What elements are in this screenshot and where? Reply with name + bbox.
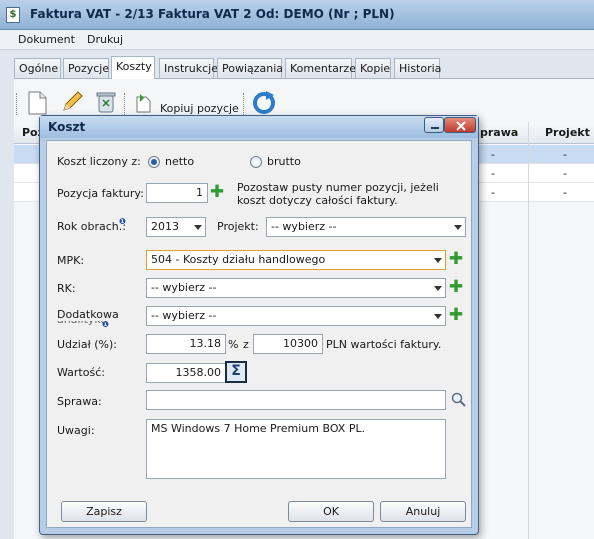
menu-drukuj[interactable]: Drukuj [87, 33, 123, 46]
chevron-down-icon [434, 314, 442, 319]
grid-column-divider [528, 122, 529, 539]
cell-sprawa: - [491, 148, 495, 161]
case-label: Sprawa: [57, 395, 102, 408]
cell-projekt: - [563, 186, 567, 199]
new-document-icon[interactable] [26, 90, 48, 116]
ok-button[interactable]: OK [288, 501, 374, 522]
tab-kopie[interactable]: Kopie [355, 58, 391, 78]
tab-historia[interactable]: Historia [394, 58, 441, 78]
amount-label: Wartość: [57, 366, 105, 379]
of-label: z [243, 338, 249, 351]
tab-pozycje[interactable]: Pozycje [63, 58, 109, 78]
rk-select[interactable]: -- wybierz -- [146, 278, 446, 298]
year-value: 2013 [151, 220, 179, 233]
position-add-button[interactable]: ✚ [209, 184, 225, 202]
rk-add-button[interactable]: ✚ [448, 279, 464, 297]
project-label: Projekt: [217, 220, 259, 233]
total-suffix: PLN wartości faktury. [326, 338, 442, 351]
amount-field[interactable]: 1358.00 [146, 363, 226, 383]
plus-icon: ✚ [448, 277, 464, 297]
extra-value: -- wybierz -- [151, 309, 217, 322]
case-field[interactable] [146, 390, 446, 410]
dialog-titlebar: Koszt [40, 116, 478, 138]
extra-label-wrap: Dodatkowa [57, 308, 137, 322]
main-titlebar: $ Faktura VAT - 2/13 Faktura VAT 2 Od: D… [0, 0, 594, 30]
minimize-icon [431, 127, 439, 129]
cost-dialog: Koszt Koszt liczony z: netto brutto Pozy… [39, 115, 479, 535]
cost-basis-label: Koszt liczony z: [57, 155, 141, 168]
magnifier-icon[interactable] [451, 391, 467, 409]
cell-sprawa: - [491, 167, 495, 180]
copy-icon[interactable] [134, 92, 154, 114]
position-hint: Pozostaw pusty numer pozycji, jeżeli kos… [237, 181, 439, 207]
tab-ogolne[interactable]: Ogólne [14, 58, 61, 78]
toolbar-grip [16, 93, 18, 115]
mpk-add-button[interactable]: ✚ [448, 251, 464, 269]
plus-icon: ✚ [448, 249, 464, 269]
total-field[interactable]: 10300 [253, 334, 323, 354]
mpk-label: MPK: [57, 254, 85, 267]
menu-dokument[interactable]: Dokument [18, 33, 75, 46]
netto-label[interactable]: netto [165, 155, 194, 168]
notes-label: Uwagi: [57, 424, 95, 437]
year-select[interactable]: 2013 [146, 217, 206, 237]
tab-instrukcje[interactable]: Instrukcje [159, 58, 218, 78]
project-value: -- wybierz -- [271, 220, 337, 233]
column-sprawa[interactable]: prawa [480, 126, 518, 139]
netto-radio[interactable] [148, 156, 160, 168]
close-button[interactable] [444, 117, 476, 133]
mpk-value: 504 - Koszty działu handlowego [151, 253, 326, 266]
chevron-down-icon [454, 225, 462, 230]
share-field[interactable]: 13.18 [146, 334, 226, 354]
info-icon: ❶ [102, 320, 109, 329]
rk-label: RK: [57, 282, 76, 295]
extra-analytics-select[interactable]: -- wybierz -- [146, 306, 446, 326]
toolbar-separator [124, 93, 126, 115]
share-label: Udział (%): [57, 338, 117, 351]
column-projekt[interactable]: Projekt [545, 126, 590, 139]
brutto-radio[interactable] [250, 156, 262, 168]
chevron-down-icon [434, 286, 442, 291]
extra-add-button[interactable]: ✚ [448, 307, 464, 325]
menubar: Dokument Drukuj [0, 30, 594, 50]
rk-value: -- wybierz -- [151, 281, 217, 294]
minimize-button[interactable] [424, 117, 444, 133]
recycle-bin-icon[interactable] [95, 90, 117, 114]
close-icon [456, 121, 466, 131]
dialog-title: Koszt [48, 120, 86, 134]
percent-sign: % [228, 338, 239, 351]
cell-projekt: - [563, 148, 567, 161]
tab-komentarze[interactable]: Komentarze [285, 58, 356, 78]
pencil-icon[interactable] [60, 90, 84, 114]
chevron-down-icon [194, 225, 202, 230]
brutto-label[interactable]: brutto [267, 155, 301, 168]
extra-label: Dodatkowa [57, 308, 119, 321]
plus-icon: ✚ [209, 182, 225, 202]
project-select[interactable]: -- wybierz -- [266, 217, 466, 237]
sum-button[interactable]: Σ [225, 361, 247, 383]
extra-label-second: analityka [57, 321, 107, 326]
refresh-icon[interactable] [252, 91, 276, 115]
toolbar-separator [243, 93, 245, 115]
save-button[interactable]: Zapisz [61, 501, 147, 522]
window-title: Faktura VAT - 2/13 Faktura VAT 2 Od: DEM… [30, 7, 395, 21]
plus-icon: ✚ [448, 305, 464, 325]
info-icon: ❶ [119, 217, 126, 226]
invoice-icon: $ [6, 7, 20, 23]
copy-positions-label[interactable]: Kopiuj pozycje [160, 102, 239, 115]
cell-sprawa: - [491, 186, 495, 199]
cell-projekt: - [563, 167, 567, 180]
tab-powiazania[interactable]: Powiązania [217, 58, 283, 78]
position-field[interactable]: 1 [146, 183, 208, 203]
notes-textarea[interactable]: MS Windows 7 Home Premium BOX PL. [146, 419, 446, 479]
tab-koszty[interactable]: Koszty [111, 56, 155, 79]
dialog-body: Koszt liczony z: netto brutto Pozycja fa… [46, 140, 472, 528]
chevron-down-icon [434, 258, 442, 263]
cancel-button[interactable]: Anuluj [380, 501, 466, 522]
year-label: Rok obrach.: [57, 220, 126, 233]
sigma-icon: Σ [231, 363, 241, 379]
mpk-select[interactable]: 504 - Koszty działu handlowego [146, 250, 446, 270]
position-label: Pozycja faktury: [57, 187, 144, 200]
